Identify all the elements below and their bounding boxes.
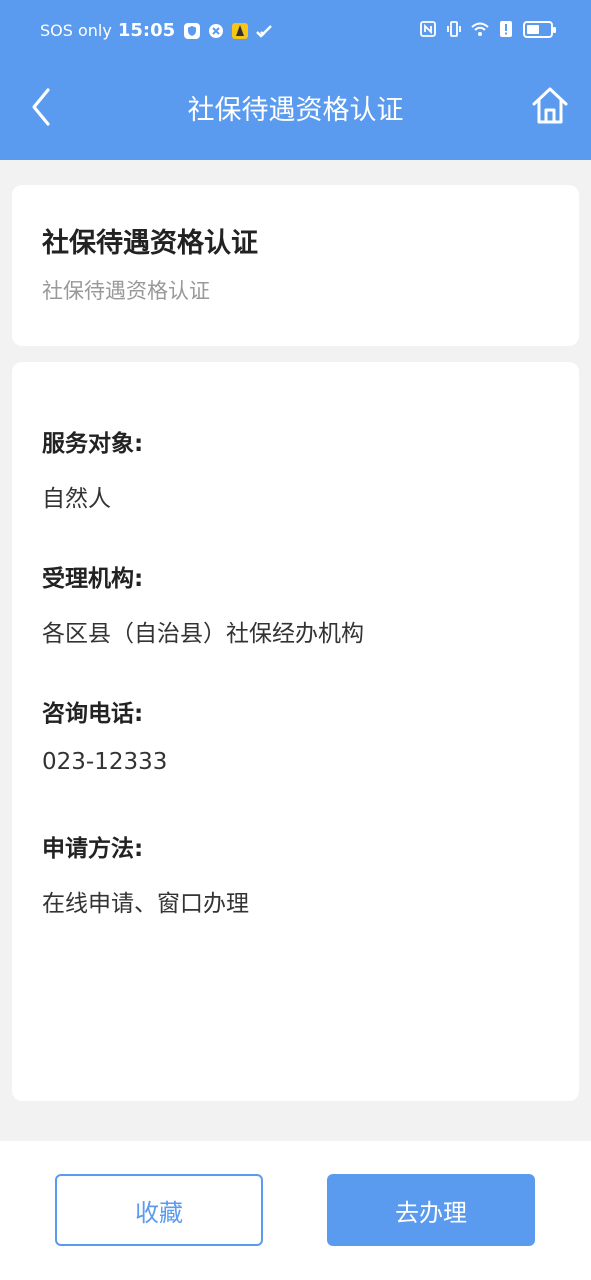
agency-value: 各区县（自治县）社保经办机构	[42, 621, 364, 647]
status-bar: SOS only 15:05	[0, 0, 591, 58]
handle-button[interactable]: 去办理	[327, 1174, 535, 1246]
agency-label: 受理机构:	[42, 566, 144, 592]
favorite-button[interactable]: 收藏	[55, 1174, 263, 1246]
summary-card: 社保待遇资格认证 社保待遇资格认证	[12, 185, 579, 346]
status-left: SOS only 15:05	[40, 20, 273, 41]
page-title: 社保待遇资格认证	[187, 95, 404, 126]
nav-bar: 社保待遇资格认证	[0, 58, 591, 160]
method-value: 在线申请、窗口办理	[42, 891, 249, 917]
service-target-label: 服务对象:	[42, 431, 144, 457]
double-check-icon	[256, 24, 272, 38]
nfc-icon	[420, 21, 436, 37]
app-notification-icon	[232, 22, 249, 39]
signal-alert-icon	[500, 21, 512, 37]
service-title: 社保待遇资格认证	[42, 228, 258, 259]
battery-fill	[527, 24, 539, 34]
clock: 15:05	[117, 20, 176, 41]
carrier-text: SOS only	[40, 21, 112, 40]
app-header: SOS only 15:05 社保待遇资格认证	[0, 0, 591, 160]
phone-label: 咨询电话:	[42, 701, 144, 727]
vibrate-icon	[447, 21, 461, 37]
service-target-value: 自然人	[42, 486, 111, 512]
wifi-icon	[471, 22, 489, 36]
close-circle-icon	[209, 23, 224, 38]
home-button[interactable]	[529, 82, 571, 130]
service-subtitle: 社保待遇资格认证	[42, 279, 210, 303]
method-label: 申请方法:	[42, 836, 144, 862]
phone-value[interactable]: 023-12333	[42, 749, 167, 775]
status-right	[419, 20, 556, 38]
details-card: 服务对象: 自然人 受理机构: 各区县（自治县）社保经办机构 咨询电话: 023…	[12, 362, 579, 1101]
battery-icon	[523, 20, 556, 38]
home-icon	[532, 87, 568, 124]
shield-icon	[184, 22, 201, 39]
bottom-action-bar: 收藏 去办理	[0, 1141, 591, 1280]
